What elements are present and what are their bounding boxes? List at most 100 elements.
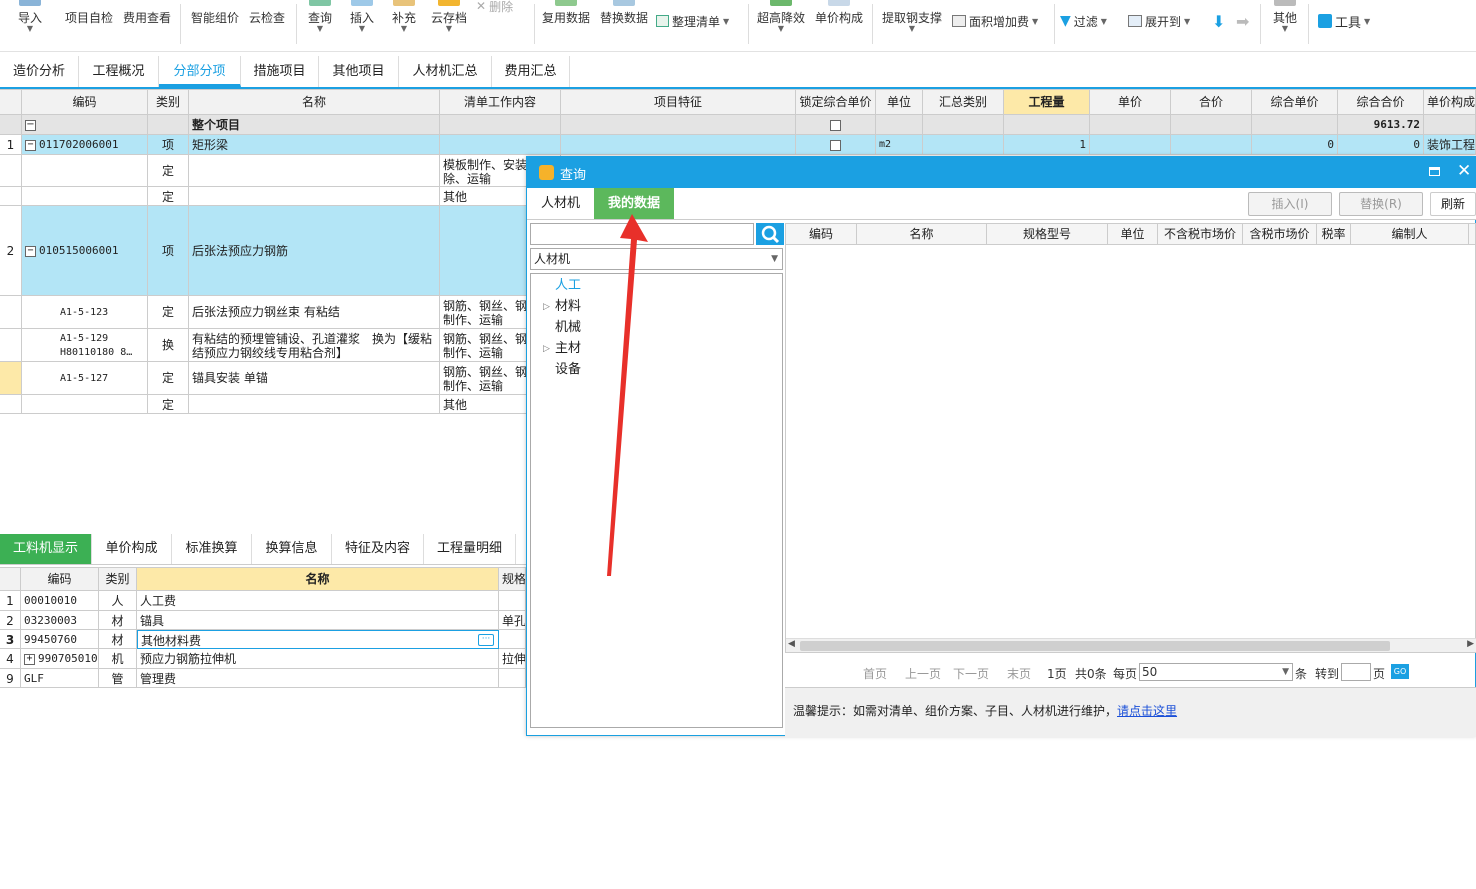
category-select[interactable]: 人材机 ▼: [530, 248, 783, 270]
header-spec[interactable]: 规格: [499, 568, 526, 591]
table-row[interactable]: 9 GLF 管 管理费: [0, 669, 526, 688]
header-unit-price[interactable]: 单价: [1090, 90, 1171, 115]
scroll-left-icon[interactable]: ◀: [788, 639, 795, 649]
goto-page-input[interactable]: [1341, 663, 1371, 681]
header-work-content[interactable]: 清单工作内容: [440, 90, 561, 115]
unit-price-composition-button[interactable]: 单价构成: [812, 0, 866, 52]
move-down-icon[interactable]: ⬇: [1212, 11, 1225, 31]
tree-item-machine[interactable]: 机械: [555, 318, 581, 338]
header-code[interactable]: 编码: [22, 90, 148, 115]
next-page-link[interactable]: 下一页: [953, 665, 989, 682]
header-name[interactable]: 名称: [137, 568, 499, 591]
tab-standard-conversion[interactable]: 标准换算: [172, 534, 252, 564]
project-check-button[interactable]: 项目自检: [62, 0, 116, 52]
tab-cost-analysis[interactable]: 造价分析: [0, 56, 79, 87]
supplement-button[interactable]: 补充 ▼: [386, 0, 422, 52]
cloud-check-button[interactable]: 云检查: [244, 0, 290, 52]
horizontal-scrollbar[interactable]: ◀ ▶: [786, 638, 1476, 652]
tab-unit-price-composition[interactable]: 单价构成: [92, 534, 172, 564]
go-button[interactable]: GO: [1391, 664, 1409, 679]
header-price-incl-tax[interactable]: 含税市场价: [1243, 224, 1317, 245]
other-button[interactable]: 其他 ▼: [1266, 0, 1304, 52]
first-page-link[interactable]: 首页: [863, 665, 887, 682]
table-row[interactable]: 2 −010515006001 项 后张法预应力钢筋: [0, 206, 561, 296]
header-quantity[interactable]: 工程量: [1004, 90, 1090, 115]
header-price-composition[interactable]: 单价构成: [1424, 90, 1476, 115]
tab-labor-material[interactable]: 人材机: [527, 188, 594, 219]
more-options-icon[interactable]: ···: [478, 634, 494, 646]
cloud-archive-button[interactable]: 云存档 ▼: [428, 0, 470, 52]
header-summary-category[interactable]: 汇总类别: [923, 90, 1004, 115]
tab-labor-material-summary[interactable]: 人材机汇总: [399, 56, 492, 87]
table-row[interactable]: A1-5-127 定 锚具安装 单锚 钢筋、钢丝、钢绞线制作、运输: [0, 362, 561, 395]
close-icon[interactable]: ✕: [1457, 161, 1471, 181]
header-total-price[interactable]: 合价: [1171, 90, 1252, 115]
tab-fee-summary[interactable]: 费用汇总: [492, 56, 570, 87]
prev-page-link[interactable]: 上一页: [905, 665, 941, 682]
replace-data-button[interactable]: 替换数据: [596, 0, 652, 52]
collapse-icon[interactable]: −: [25, 139, 36, 151]
tab-measures[interactable]: 措施项目: [241, 56, 319, 87]
refresh-button[interactable]: 刷新: [1430, 192, 1476, 216]
scroll-right-icon[interactable]: ▶: [1467, 639, 1474, 649]
expand-icon[interactable]: +: [24, 653, 35, 665]
header-comprehensive-total[interactable]: 综合合价: [1338, 90, 1424, 115]
collapse-icon[interactable]: −: [25, 120, 36, 131]
expand-arrow-icon[interactable]: ▷: [543, 297, 550, 317]
header-author[interactable]: 编制人: [1351, 224, 1469, 245]
name-cell-editing[interactable]: 其他材料费 ···: [137, 630, 499, 649]
tree-item-equipment[interactable]: 设备: [555, 360, 581, 380]
header-features[interactable]: 项目特征: [561, 90, 796, 115]
expand-arrow-icon[interactable]: ▷: [543, 339, 550, 359]
insert-item-button[interactable]: 插入(I): [1248, 192, 1332, 216]
fee-view-button[interactable]: 费用查看: [120, 0, 174, 52]
smart-pricing-button[interactable]: 智能组价: [188, 0, 242, 52]
table-row[interactable]: A1-5-123 定 后张法预应力钢丝束 有粘结 钢筋、钢丝、钢绞线制作、运输: [0, 296, 561, 329]
table-row[interactable]: 1 −011702006001 项 矩形梁 m2 1 0 0 装饰工程: [0, 135, 1476, 155]
table-row[interactable]: 1 00010010 人 人工费: [0, 591, 526, 611]
dialog-titlebar[interactable]: 查询 ✕: [527, 157, 1476, 188]
last-page-link[interactable]: 末页: [1007, 665, 1031, 682]
per-page-select[interactable]: 50 ▼: [1139, 663, 1293, 681]
scrollbar-thumb[interactable]: [800, 641, 1390, 651]
table-row[interactable]: 2 03230003 材 锚具 单孔: [0, 611, 526, 630]
header-spec[interactable]: 规格型号: [987, 224, 1108, 245]
table-row[interactable]: 4 +990705010 机 预应力钢筋拉伸机 拉伸: [0, 649, 526, 669]
table-row[interactable]: 定 其他: [0, 395, 561, 414]
replace-item-button[interactable]: 替换(R): [1339, 192, 1423, 216]
table-row[interactable]: 定 其他: [0, 187, 561, 206]
header-name[interactable]: 名称: [189, 90, 440, 115]
header-type[interactable]: 类别: [148, 90, 189, 115]
lock-price-checkbox[interactable]: [830, 140, 841, 151]
collapse-icon[interactable]: −: [25, 245, 36, 257]
insert-button[interactable]: 插入 ▼: [344, 0, 380, 52]
header-code[interactable]: 编码: [21, 568, 99, 591]
search-button[interactable]: [756, 223, 784, 245]
header-price-excl-tax[interactable]: 不含税市场价: [1158, 224, 1243, 245]
filter-button[interactable]: ▼ 过滤 ▼: [1060, 11, 1107, 31]
header-code[interactable]: 编码: [786, 224, 857, 245]
tab-my-data[interactable]: 我的数据: [594, 188, 674, 219]
tip-link[interactable]: 请点击这里: [1117, 704, 1177, 718]
import-button[interactable]: 导入 ▼: [8, 0, 52, 52]
search-input[interactable]: [530, 223, 754, 245]
reuse-data-button[interactable]: 复用数据: [538, 0, 594, 52]
organize-list-button[interactable]: 整理清单 ▼: [656, 11, 729, 31]
table-row[interactable]: 定 模板制作、安装、拆除、运输: [0, 155, 561, 187]
header-lock-price[interactable]: 锁定综合单价: [796, 90, 876, 115]
lock-price-checkbox[interactable]: [830, 120, 841, 131]
tab-features-content[interactable]: 特征及内容: [332, 534, 424, 564]
table-row[interactable]: A1-5-129 H80110180 8… 换 有粘结的预埋管铺设、孔道灌浆 换…: [0, 329, 561, 362]
maximize-icon[interactable]: [1429, 167, 1440, 176]
extract-steel-support-button[interactable]: 提取钢支撑 ▼: [878, 0, 946, 52]
query-button[interactable]: 查询 ▼: [302, 0, 338, 52]
move-right-icon[interactable]: ➡: [1236, 11, 1249, 31]
tab-labor-material-display[interactable]: 工料机显示: [0, 534, 92, 564]
tools-button[interactable]: 工具 ▼: [1318, 11, 1370, 31]
tab-quantity-detail[interactable]: 工程量明细: [424, 534, 516, 564]
tab-sub-items[interactable]: 分部分项: [159, 56, 241, 87]
header-type[interactable]: 类别: [99, 568, 137, 591]
tree-item-material[interactable]: ▷ 材料: [543, 297, 581, 317]
delete-button[interactable]: ✕ 删除: [476, 0, 513, 16]
expand-to-button[interactable]: 展开到 ▼: [1128, 11, 1190, 31]
